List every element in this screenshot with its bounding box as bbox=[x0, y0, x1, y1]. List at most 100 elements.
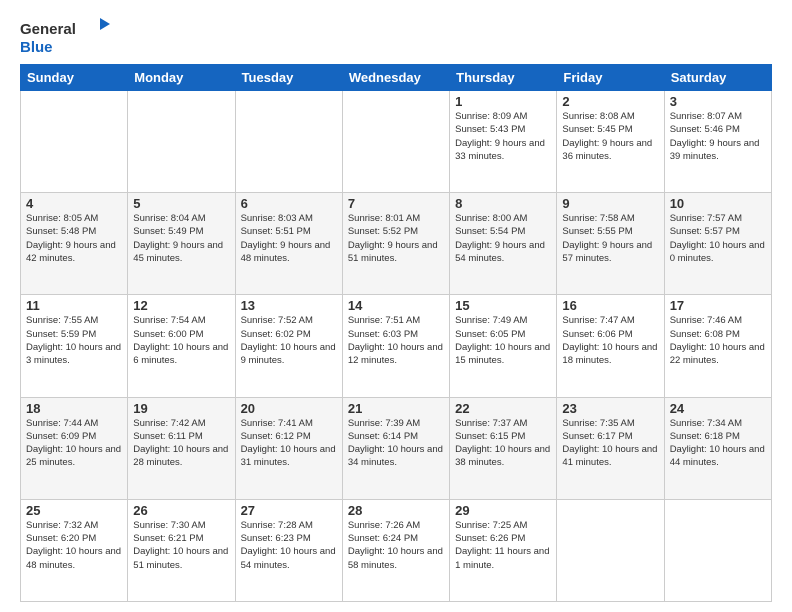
day-info: Sunrise: 8:05 AM Sunset: 5:48 PM Dayligh… bbox=[26, 212, 122, 265]
day-info: Sunrise: 7:37 AM Sunset: 6:15 PM Dayligh… bbox=[455, 417, 551, 470]
svg-text:General: General bbox=[20, 21, 76, 38]
day-info: Sunrise: 7:52 AM Sunset: 6:02 PM Dayligh… bbox=[241, 314, 337, 367]
day-info: Sunrise: 7:41 AM Sunset: 6:12 PM Dayligh… bbox=[241, 417, 337, 470]
day-cell: 11Sunrise: 7:55 AM Sunset: 5:59 PM Dayli… bbox=[21, 295, 128, 397]
day-info: Sunrise: 7:26 AM Sunset: 6:24 PM Dayligh… bbox=[348, 519, 444, 572]
day-cell: 2Sunrise: 8:08 AM Sunset: 5:45 PM Daylig… bbox=[557, 91, 664, 193]
day-number: 3 bbox=[670, 94, 766, 109]
day-info: Sunrise: 7:51 AM Sunset: 6:03 PM Dayligh… bbox=[348, 314, 444, 367]
day-number: 19 bbox=[133, 401, 229, 416]
day-number: 26 bbox=[133, 503, 229, 518]
day-cell bbox=[557, 499, 664, 601]
day-info: Sunrise: 8:00 AM Sunset: 5:54 PM Dayligh… bbox=[455, 212, 551, 265]
week-row-4: 18Sunrise: 7:44 AM Sunset: 6:09 PM Dayli… bbox=[21, 397, 772, 499]
day-cell: 19Sunrise: 7:42 AM Sunset: 6:11 PM Dayli… bbox=[128, 397, 235, 499]
day-cell: 4Sunrise: 8:05 AM Sunset: 5:48 PM Daylig… bbox=[21, 193, 128, 295]
day-number: 22 bbox=[455, 401, 551, 416]
day-cell: 15Sunrise: 7:49 AM Sunset: 6:05 PM Dayli… bbox=[450, 295, 557, 397]
day-number: 1 bbox=[455, 94, 551, 109]
day-info: Sunrise: 8:01 AM Sunset: 5:52 PM Dayligh… bbox=[348, 212, 444, 265]
day-number: 28 bbox=[348, 503, 444, 518]
day-number: 16 bbox=[562, 298, 658, 313]
day-info: Sunrise: 7:42 AM Sunset: 6:11 PM Dayligh… bbox=[133, 417, 229, 470]
day-number: 27 bbox=[241, 503, 337, 518]
day-number: 5 bbox=[133, 196, 229, 211]
day-info: Sunrise: 8:04 AM Sunset: 5:49 PM Dayligh… bbox=[133, 212, 229, 265]
day-info: Sunrise: 7:57 AM Sunset: 5:57 PM Dayligh… bbox=[670, 212, 766, 265]
day-number: 15 bbox=[455, 298, 551, 313]
day-cell: 25Sunrise: 7:32 AM Sunset: 6:20 PM Dayli… bbox=[21, 499, 128, 601]
day-info: Sunrise: 7:49 AM Sunset: 6:05 PM Dayligh… bbox=[455, 314, 551, 367]
day-cell: 17Sunrise: 7:46 AM Sunset: 6:08 PM Dayli… bbox=[664, 295, 771, 397]
day-info: Sunrise: 7:28 AM Sunset: 6:23 PM Dayligh… bbox=[241, 519, 337, 572]
day-cell: 26Sunrise: 7:30 AM Sunset: 6:21 PM Dayli… bbox=[128, 499, 235, 601]
day-number: 20 bbox=[241, 401, 337, 416]
day-info: Sunrise: 7:25 AM Sunset: 6:26 PM Dayligh… bbox=[455, 519, 551, 572]
header: General Blue bbox=[20, 16, 772, 56]
day-cell bbox=[664, 499, 771, 601]
week-row-5: 25Sunrise: 7:32 AM Sunset: 6:20 PM Dayli… bbox=[21, 499, 772, 601]
week-row-2: 4Sunrise: 8:05 AM Sunset: 5:48 PM Daylig… bbox=[21, 193, 772, 295]
day-cell: 9Sunrise: 7:58 AM Sunset: 5:55 PM Daylig… bbox=[557, 193, 664, 295]
day-number: 24 bbox=[670, 401, 766, 416]
day-info: Sunrise: 7:35 AM Sunset: 6:17 PM Dayligh… bbox=[562, 417, 658, 470]
day-cell: 22Sunrise: 7:37 AM Sunset: 6:15 PM Dayli… bbox=[450, 397, 557, 499]
day-info: Sunrise: 8:03 AM Sunset: 5:51 PM Dayligh… bbox=[241, 212, 337, 265]
day-cell: 13Sunrise: 7:52 AM Sunset: 6:02 PM Dayli… bbox=[235, 295, 342, 397]
day-number: 12 bbox=[133, 298, 229, 313]
day-cell bbox=[342, 91, 449, 193]
day-info: Sunrise: 7:47 AM Sunset: 6:06 PM Dayligh… bbox=[562, 314, 658, 367]
day-info: Sunrise: 8:08 AM Sunset: 5:45 PM Dayligh… bbox=[562, 110, 658, 163]
day-info: Sunrise: 7:44 AM Sunset: 6:09 PM Dayligh… bbox=[26, 417, 122, 470]
day-cell: 20Sunrise: 7:41 AM Sunset: 6:12 PM Dayli… bbox=[235, 397, 342, 499]
day-cell: 1Sunrise: 8:09 AM Sunset: 5:43 PM Daylig… bbox=[450, 91, 557, 193]
week-row-3: 11Sunrise: 7:55 AM Sunset: 5:59 PM Dayli… bbox=[21, 295, 772, 397]
day-cell: 28Sunrise: 7:26 AM Sunset: 6:24 PM Dayli… bbox=[342, 499, 449, 601]
day-number: 2 bbox=[562, 94, 658, 109]
day-cell: 6Sunrise: 8:03 AM Sunset: 5:51 PM Daylig… bbox=[235, 193, 342, 295]
day-info: Sunrise: 7:32 AM Sunset: 6:20 PM Dayligh… bbox=[26, 519, 122, 572]
day-number: 4 bbox=[26, 196, 122, 211]
day-cell: 23Sunrise: 7:35 AM Sunset: 6:17 PM Dayli… bbox=[557, 397, 664, 499]
day-number: 8 bbox=[455, 196, 551, 211]
day-header-tuesday: Tuesday bbox=[235, 65, 342, 91]
day-cell: 16Sunrise: 7:47 AM Sunset: 6:06 PM Dayli… bbox=[557, 295, 664, 397]
day-info: Sunrise: 7:34 AM Sunset: 6:18 PM Dayligh… bbox=[670, 417, 766, 470]
day-cell: 8Sunrise: 8:00 AM Sunset: 5:54 PM Daylig… bbox=[450, 193, 557, 295]
calendar-table: SundayMondayTuesdayWednesdayThursdayFrid… bbox=[20, 64, 772, 602]
day-info: Sunrise: 7:46 AM Sunset: 6:08 PM Dayligh… bbox=[670, 314, 766, 367]
day-info: Sunrise: 7:54 AM Sunset: 6:00 PM Dayligh… bbox=[133, 314, 229, 367]
day-number: 9 bbox=[562, 196, 658, 211]
day-cell: 5Sunrise: 8:04 AM Sunset: 5:49 PM Daylig… bbox=[128, 193, 235, 295]
day-cell bbox=[21, 91, 128, 193]
day-number: 21 bbox=[348, 401, 444, 416]
day-header-sunday: Sunday bbox=[21, 65, 128, 91]
day-info: Sunrise: 8:07 AM Sunset: 5:46 PM Dayligh… bbox=[670, 110, 766, 163]
day-cell: 10Sunrise: 7:57 AM Sunset: 5:57 PM Dayli… bbox=[664, 193, 771, 295]
day-cell: 12Sunrise: 7:54 AM Sunset: 6:00 PM Dayli… bbox=[128, 295, 235, 397]
day-cell: 24Sunrise: 7:34 AM Sunset: 6:18 PM Dayli… bbox=[664, 397, 771, 499]
day-number: 10 bbox=[670, 196, 766, 211]
day-number: 6 bbox=[241, 196, 337, 211]
calendar-header-row: SundayMondayTuesdayWednesdayThursdayFrid… bbox=[21, 65, 772, 91]
day-header-saturday: Saturday bbox=[664, 65, 771, 91]
day-number: 14 bbox=[348, 298, 444, 313]
day-number: 11 bbox=[26, 298, 122, 313]
day-info: Sunrise: 8:09 AM Sunset: 5:43 PM Dayligh… bbox=[455, 110, 551, 163]
day-cell: 21Sunrise: 7:39 AM Sunset: 6:14 PM Dayli… bbox=[342, 397, 449, 499]
day-number: 17 bbox=[670, 298, 766, 313]
day-info: Sunrise: 7:39 AM Sunset: 6:14 PM Dayligh… bbox=[348, 417, 444, 470]
svg-text:Blue: Blue bbox=[20, 39, 53, 56]
day-number: 23 bbox=[562, 401, 658, 416]
day-number: 29 bbox=[455, 503, 551, 518]
day-cell bbox=[235, 91, 342, 193]
week-row-1: 1Sunrise: 8:09 AM Sunset: 5:43 PM Daylig… bbox=[21, 91, 772, 193]
day-number: 25 bbox=[26, 503, 122, 518]
day-info: Sunrise: 7:58 AM Sunset: 5:55 PM Dayligh… bbox=[562, 212, 658, 265]
page: General Blue SundayMondayTuesdayWednesda… bbox=[0, 0, 792, 612]
day-number: 13 bbox=[241, 298, 337, 313]
day-cell bbox=[128, 91, 235, 193]
logo-svg: General Blue bbox=[20, 16, 110, 56]
day-cell: 18Sunrise: 7:44 AM Sunset: 6:09 PM Dayli… bbox=[21, 397, 128, 499]
day-header-monday: Monday bbox=[128, 65, 235, 91]
